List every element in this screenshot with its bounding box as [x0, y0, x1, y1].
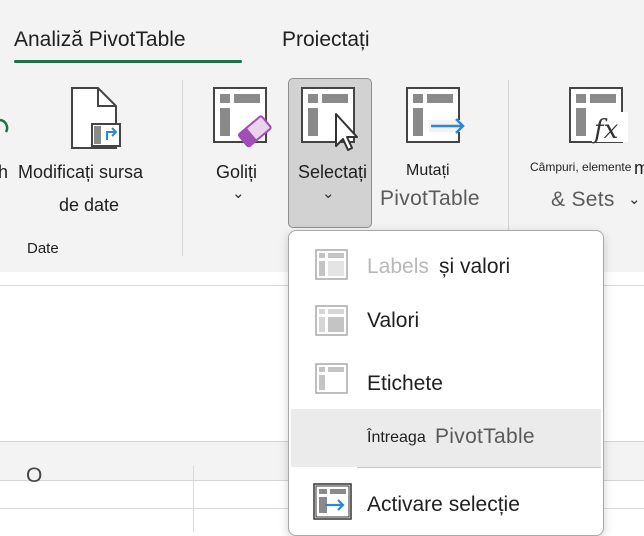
sets-overlay-label: & Sets: [551, 188, 615, 211]
chevron-down-icon: ⌄: [628, 191, 641, 208]
menu-item-entire-pivottable[interactable]: Întreaga PivotTable: [291, 409, 601, 467]
move-label: Mutați: [406, 162, 450, 179]
tab-design[interactable]: Proiectați: [282, 28, 370, 52]
chevron-down-icon: ⌄: [232, 185, 245, 202]
labels-label: Etichete: [367, 372, 443, 395]
tab-bar: Analiză PivotTable Proiectați: [0, 0, 644, 68]
menu-item-values[interactable]: Valori: [291, 293, 601, 347]
enable-selection-label: Activare selecție: [367, 493, 520, 516]
labels-values-icon: [315, 249, 348, 280]
refresh-label-cut: h: [0, 162, 9, 182]
change-source-label-1: Modificați sursa: [18, 162, 144, 182]
group-label-data: Date: [27, 240, 59, 257]
svg-text:fx: fx: [592, 115, 619, 145]
chevron-down-icon: ⌄: [322, 185, 335, 202]
select-dropdown-menu: Labels și valori Valori Etichete Întreag…: [288, 230, 604, 536]
values-icon: [315, 305, 348, 336]
clear-pivot-icon: [213, 87, 272, 148]
entire-label: Întreaga: [367, 429, 426, 446]
change-source-icon: [71, 87, 121, 149]
active-tab-indicator: [14, 60, 242, 63]
labels-ghost-text: Labels: [367, 255, 429, 278]
fields-items-label: Câmpuri, elemente: [530, 160, 632, 174]
values-label: Valori: [367, 309, 420, 332]
enable-selection-icon: [313, 483, 352, 520]
change-source-label-2: de date: [59, 195, 120, 215]
menu-separator: [357, 467, 601, 468]
fields-formula-icon: fx: [569, 87, 628, 145]
move-pivot-icon: [406, 87, 465, 143]
menu-item-enable-selection[interactable]: Activare selecție: [291, 477, 601, 531]
refresh-icon[interactable]: [0, 118, 10, 144]
menu-item-labels[interactable]: Etichete: [291, 355, 601, 409]
labels-values-label: și valori: [439, 255, 511, 278]
grid-column-line: [193, 466, 194, 532]
select-label: Selectați: [298, 162, 368, 182]
clear-label: Goliți: [216, 162, 258, 182]
move-overlay-label: PivotTable: [380, 187, 480, 210]
next-command-cut: m: [634, 158, 644, 178]
ribbon-separator: [182, 80, 183, 256]
column-header-o[interactable]: O: [26, 464, 42, 488]
tab-pivot-analyze[interactable]: Analiză PivotTable: [14, 28, 186, 52]
menu-item-labels-and-values[interactable]: Labels și valori: [291, 239, 601, 293]
select-pivot-icon: [301, 87, 358, 151]
pivottable-overlay-label: PivotTable: [435, 425, 535, 448]
labels-icon: [315, 363, 348, 394]
